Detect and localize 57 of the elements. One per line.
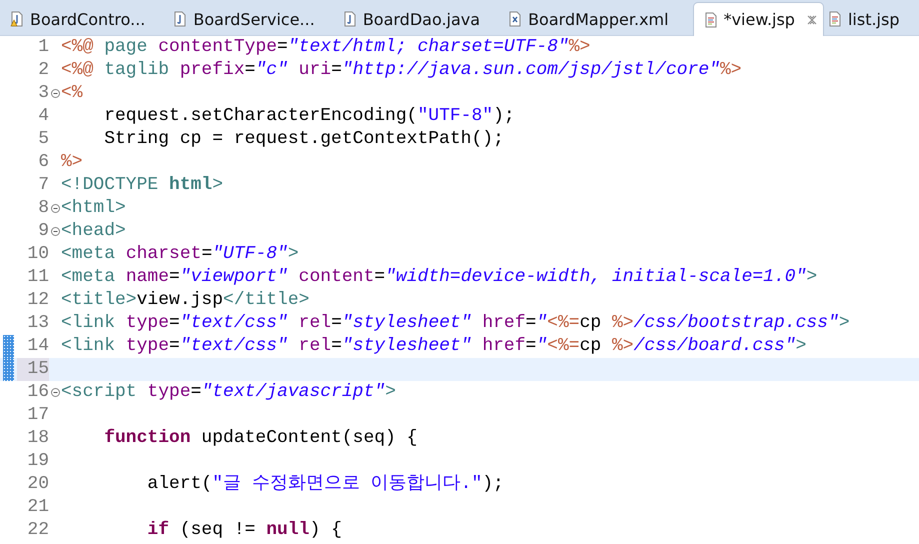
line-number: 9 xyxy=(37,220,49,243)
java-file-icon xyxy=(173,11,188,27)
editor-tab[interactable]: BoardMapper.xml xyxy=(504,3,693,35)
line-number: 16 xyxy=(26,381,49,404)
editor-tab[interactable]: *view.jsp xyxy=(692,2,824,36)
collapse-icon[interactable] xyxy=(50,204,60,213)
line-number: 7 xyxy=(37,174,49,197)
editor-tab[interactable]: BoardContro... xyxy=(6,3,170,35)
collapse-icon[interactable] xyxy=(50,89,60,98)
code-line: <link type="text/css" rel="stylesheet" href="<%=cp %>/css/board.css"> xyxy=(61,336,806,356)
code-line: <% xyxy=(61,83,83,103)
code-line: <html> xyxy=(61,198,126,218)
line-number: 20 xyxy=(26,473,49,496)
code-line: <meta charset="UTF-8"> xyxy=(61,244,299,264)
editor-tab[interactable]: list.jsp xyxy=(824,3,919,35)
code-line: <link type="text/css" rel="stylesheet" href="<%=cp %>/css/bootstrap.css"> xyxy=(61,313,850,333)
code-line: <meta name="viewport" content="width=device-width, initial-scale=1.0"> xyxy=(61,267,818,287)
line-number: 5 xyxy=(37,128,49,151)
java-file-warning-icon xyxy=(10,11,24,27)
line-number: 12 xyxy=(26,289,49,312)
line-number: 10 xyxy=(26,243,49,266)
code-line: <%@ taglib prefix="c" uri="http://java.sun.com/jsp/jstl/core"%> xyxy=(61,60,742,80)
editor-tab[interactable]: BoardService... xyxy=(169,3,339,35)
collapse-icon[interactable] xyxy=(50,227,60,236)
jsp-file-icon xyxy=(704,12,718,28)
line-number: 18 xyxy=(26,427,49,450)
code-line: String cp = request.getContextPath(); xyxy=(103,129,504,149)
line-number: 8 xyxy=(37,197,49,220)
code-line: function updateContent(seq) { xyxy=(103,428,418,448)
jsp-file-icon xyxy=(828,11,842,27)
code-line: %> xyxy=(61,152,83,172)
line-number: 19 xyxy=(26,450,49,473)
line-number: 13 xyxy=(26,312,49,335)
xml-file-icon xyxy=(508,11,522,27)
collapse-icon[interactable] xyxy=(50,388,60,397)
line-number: 15 xyxy=(17,358,49,381)
code-line: if (seq != null) { xyxy=(146,520,342,540)
code-line: <script type="text/javascript"> xyxy=(61,382,396,402)
line-number: 14 xyxy=(26,335,49,358)
code-line: <title>view.jsp</title> xyxy=(61,290,310,310)
code-line: <!DOCTYPE html> xyxy=(61,175,224,195)
line-number: 11 xyxy=(26,266,49,289)
code-line: alert("글 수정화면으로 이동합니다."); xyxy=(146,474,504,494)
close-icon[interactable] xyxy=(806,14,817,24)
editor-tab[interactable]: BoardDao.java xyxy=(338,3,504,35)
line-number: 21 xyxy=(26,496,49,519)
line-number: 6 xyxy=(37,151,49,174)
code-line: <head> xyxy=(61,221,126,241)
line-number: 3 xyxy=(37,82,49,105)
code-line: request.setCharacterEncoding("UTF-8"); xyxy=(103,106,515,126)
line-number: 2 xyxy=(37,59,49,82)
line-number: 17 xyxy=(26,404,49,427)
java-file-icon xyxy=(342,11,357,27)
line-number: 22 xyxy=(26,519,49,542)
line-number: 4 xyxy=(37,105,49,128)
line-number: 1 xyxy=(37,36,49,59)
code-line: <%@ page contentType="text/html; charset=UTF-8"%> xyxy=(61,37,590,57)
